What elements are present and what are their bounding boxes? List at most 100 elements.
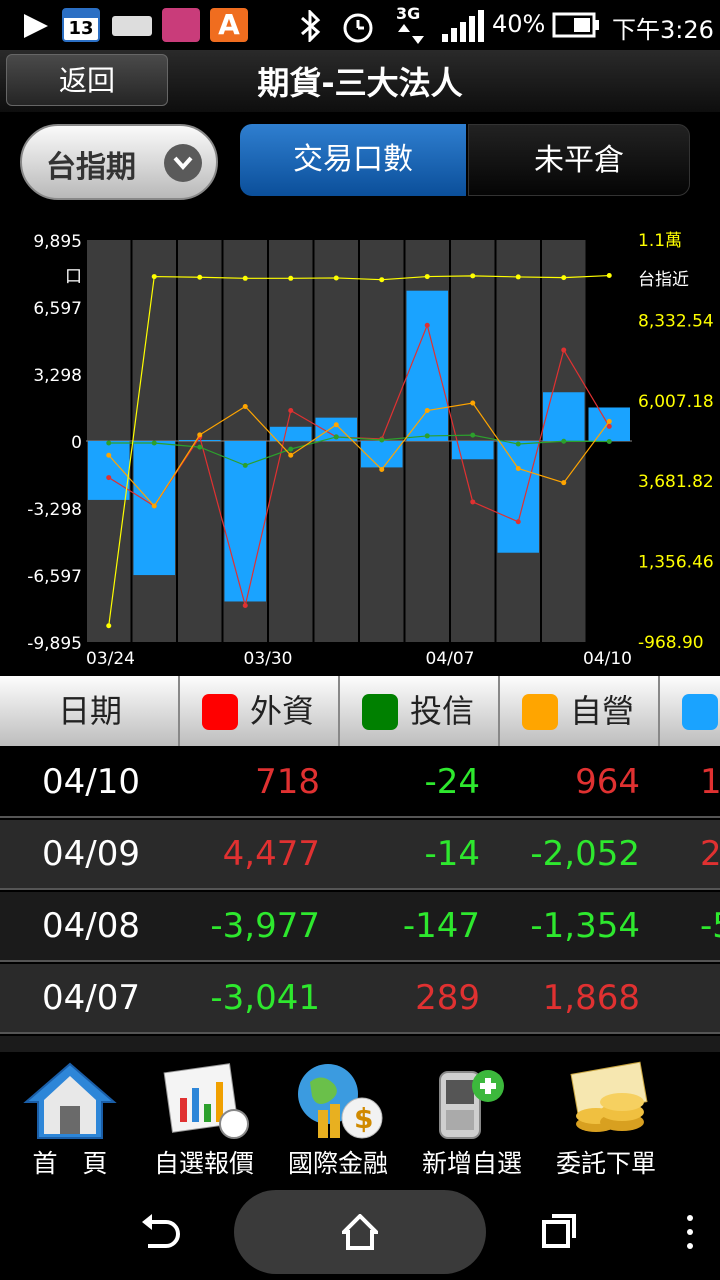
battery-percent: 40% [492, 10, 546, 38]
x-axis-tick: 04/07 [426, 649, 475, 669]
system-nav-bar [0, 1184, 720, 1280]
table-row[interactable]: 04/08 -3,977 -147 -1,354 -5 [0, 892, 720, 962]
nav-watchlist-quotes-label: 自選報價 [153, 1149, 254, 1178]
table-row[interactable]: 04/10 718 -24 964 1 [0, 748, 720, 818]
point-外資 [288, 408, 294, 414]
row-date: 04/08 [42, 906, 140, 946]
point-投信 [470, 432, 476, 438]
header-dealer[interactable]: 自營 [500, 676, 660, 746]
point-台指近 [197, 274, 203, 280]
clock: 下午3:26 [612, 16, 714, 44]
row-date: 04/07 [42, 978, 140, 1018]
controls-bar: 台指期 交易口數 未平倉 [0, 112, 720, 212]
bar-total [406, 290, 448, 441]
bar-total [543, 392, 585, 441]
header-total[interactable] [660, 676, 720, 746]
header-date-label: 日期 [58, 692, 123, 730]
network-type: 3G [396, 4, 421, 23]
point-台指近 [561, 275, 567, 281]
header-trust-label: 投信 [410, 692, 475, 730]
point-外資 [242, 603, 248, 609]
table-header: 日期 外資 投信 自營 [0, 676, 720, 746]
row-foreign: -3,041 [210, 978, 320, 1018]
right-axis-tick: 8,332.54 [638, 311, 714, 331]
point-自營 [379, 466, 385, 472]
status-bar: 13 A 3G 40% 下午3:26 [0, 0, 720, 50]
row-dealer: -2,052 [530, 834, 640, 874]
nav-place-order-label: 委託下單 [555, 1149, 656, 1178]
left-axis-tick: -6,597 [27, 567, 82, 587]
x-axis-tick: 04/10 [583, 649, 632, 669]
point-台指近 [515, 274, 521, 280]
point-外資 [561, 347, 567, 353]
point-自營 [333, 422, 339, 428]
nav-international-finance[interactable]: $ 國際金融 [268, 1052, 408, 1184]
nav-international-finance-label: 國際金融 [287, 1149, 388, 1178]
product-selector[interactable]: 台指期 [20, 124, 218, 200]
alarm-icon [343, 13, 373, 43]
right-axis-tick: 1,356.46 [638, 553, 714, 573]
right-axis-label: 台指近 [638, 270, 689, 290]
trust-color-swatch [362, 694, 398, 730]
card-icon [112, 16, 152, 36]
row-foreign: -3,977 [210, 906, 320, 946]
globe-money-icon: $ [298, 1064, 383, 1139]
back-button[interactable]: 返回 [6, 54, 168, 106]
right-axis-tick: 1.1萬 [638, 231, 682, 251]
svg-text:$: $ [354, 1102, 373, 1135]
total-color-swatch [682, 694, 718, 730]
nav-home[interactable]: 首 頁 [0, 1052, 140, 1184]
tab-open-interest[interactable]: 未平倉 [468, 124, 690, 196]
bar-total [497, 441, 539, 553]
left-axis-unit: 口 [65, 267, 82, 287]
row-trust: -24 [424, 762, 480, 802]
institutional-chart: 9,895 6,597 3,298 0 -3,298 -6,597 -9,895 口 1.1萬 8… [0, 212, 720, 676]
row-total: 1 [700, 762, 720, 802]
home-icon [23, 1062, 117, 1139]
nav-watchlist-quotes[interactable]: 自選報價 [134, 1052, 274, 1184]
point-投信 [151, 440, 157, 446]
quote-chart-icon [163, 1063, 249, 1139]
home-outline-icon [342, 1214, 378, 1250]
table-row[interactable]: 04/09 4,477 -14 -2,052 2 [0, 820, 720, 890]
point-自營 [424, 408, 430, 414]
left-axis-tick: 0 [71, 433, 82, 453]
row-date: 04/10 [42, 762, 140, 802]
more-options-icon[interactable] [684, 1212, 696, 1252]
point-自營 [606, 418, 612, 424]
header-date[interactable]: 日期 [0, 676, 180, 746]
point-外資 [470, 499, 476, 505]
row-trust: 289 [415, 978, 480, 1018]
row-dealer: 964 [575, 762, 640, 802]
point-台指近 [379, 277, 385, 283]
recent-apps-icon[interactable] [540, 1212, 580, 1252]
title-bar: 返回 期貨-三大法人 [0, 50, 720, 114]
table-row-partial [0, 1036, 720, 1052]
header-foreign[interactable]: 外資 [180, 676, 340, 746]
left-axis-tick: -9,895 [27, 634, 82, 654]
point-自營 [106, 452, 112, 458]
row-dealer: -1,354 [530, 906, 640, 946]
back-arrow-icon[interactable] [138, 1212, 182, 1252]
point-台指近 [151, 274, 157, 280]
point-投信 [379, 437, 385, 443]
nav-add-watchlist-label: 新增自選 [421, 1149, 522, 1178]
add-phone-icon [439, 1070, 504, 1139]
header-trust[interactable]: 投信 [340, 676, 500, 746]
row-total: 2 [700, 834, 720, 874]
page-title: 期貨-三大法人 [257, 64, 463, 102]
nav-add-watchlist[interactable]: 新增自選 [402, 1052, 542, 1184]
point-外資 [106, 475, 112, 481]
app-lock-icon [162, 8, 200, 42]
point-台指近 [333, 275, 339, 281]
play-icon [24, 14, 48, 38]
table-row[interactable]: 04/07 -3,041 289 1,868 [0, 964, 720, 1034]
point-自營 [515, 466, 521, 472]
home-button[interactable] [234, 1190, 486, 1274]
calendar-day: 13 [68, 18, 94, 39]
nav-place-order[interactable]: 委託下單 [536, 1052, 676, 1184]
x-axis-tick: 03/30 [244, 649, 293, 669]
tab-trading-volume[interactable]: 交易口數 [240, 124, 466, 196]
right-axis-tick: -968.90 [638, 633, 704, 653]
chart-svg: 9,895 6,597 3,298 0 -3,298 -6,597 -9,895 口 1.1萬 8… [27, 231, 714, 669]
